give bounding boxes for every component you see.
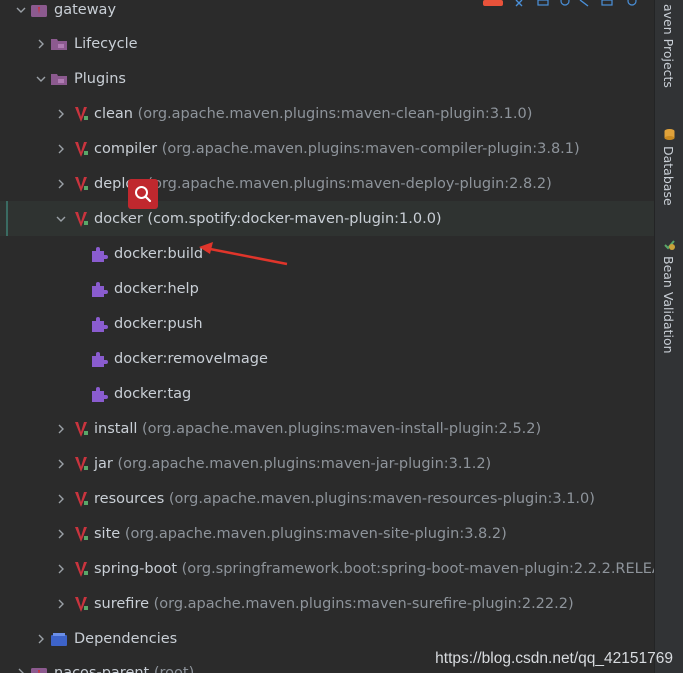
- tree-row-plugin-compiler[interactable]: compiler (org.apache.maven.plugins:maven…: [0, 131, 654, 166]
- tree-row-plugin-site[interactable]: site (org.apache.maven.plugins:maven-sit…: [0, 516, 654, 551]
- tree-row-label: docker (com.spotify:docker-maven-plugin:…: [94, 210, 442, 227]
- maven-plugin-icon: [72, 140, 90, 158]
- tree-row-label: compiler (org.apache.maven.plugins:maven…: [94, 140, 580, 157]
- maven-plugin-icon: [72, 210, 90, 228]
- tree-row-goal-tag[interactable]: docker:tag: [0, 376, 654, 411]
- tree-row-label: Lifecycle: [74, 35, 138, 52]
- chevron-right-icon[interactable]: [54, 177, 68, 191]
- tree-row-label: docker:tag: [114, 385, 192, 402]
- tree-row-goal-push[interactable]: docker:push: [0, 306, 654, 341]
- puzzle-goal-icon: [90, 385, 108, 403]
- tree-row-label: jar (org.apache.maven.plugins:maven-jar-…: [94, 455, 492, 472]
- puzzle-goal-icon: [90, 315, 108, 333]
- maven-plugin-icon: [72, 490, 90, 508]
- chevron-right-icon[interactable]: [54, 492, 68, 506]
- tree-row-plugin-deploy[interactable]: deploy (org.apache.maven.plugins:maven-d…: [0, 166, 654, 201]
- toolbar-icons-remnant: [483, 0, 637, 7]
- chevron-right-icon[interactable]: [54, 142, 68, 156]
- maven-module-icon: [30, 664, 48, 673]
- dependencies-icon: [50, 630, 68, 648]
- database-icon: [664, 129, 675, 140]
- chevron-right-icon[interactable]: [34, 632, 48, 646]
- chevron-right-icon[interactable]: [54, 107, 68, 121]
- tree-row-label: deploy (org.apache.maven.plugins:maven-d…: [94, 175, 552, 192]
- bean-validation-icon: [664, 240, 675, 250]
- chevron-down-icon[interactable]: [54, 212, 68, 226]
- tree-row-label: site (org.apache.maven.plugins:maven-sit…: [94, 525, 507, 542]
- right-tool-window-bar: aven Projects Database Bean Validation: [654, 0, 683, 673]
- tree-row-label: Plugins: [74, 70, 126, 87]
- tree-row-label: install (org.apache.maven.plugins:maven-…: [94, 420, 542, 437]
- tree-row-plugin-spring-boot[interactable]: spring-boot (org.springframework.boot:sp…: [0, 551, 654, 586]
- tree-row-goal-removeimage[interactable]: docker:removeImage: [0, 341, 654, 376]
- tab-database[interactable]: Database: [661, 146, 676, 206]
- tree-row-label: clean (org.apache.maven.plugins:maven-cl…: [94, 105, 533, 122]
- maven-plugin-icon: [72, 420, 90, 438]
- chevron-down-icon[interactable]: [34, 72, 48, 86]
- puzzle-goal-icon: [90, 280, 108, 298]
- tree-row-label: gateway: [54, 1, 117, 18]
- tree-row-label: resources (org.apache.maven.plugins:mave…: [94, 490, 595, 507]
- puzzle-goal-icon: [90, 245, 108, 263]
- tree-row-label: nacos-parent (root): [54, 664, 195, 673]
- puzzle-goal-icon: [90, 350, 108, 368]
- chevron-right-icon[interactable]: [54, 597, 68, 611]
- tab-bean-validation[interactable]: Bean Validation: [661, 256, 676, 354]
- folder-icon: [50, 70, 68, 88]
- tree-row-plugin-resources[interactable]: resources (org.apache.maven.plugins:mave…: [0, 481, 654, 516]
- tree-row-plugin-install[interactable]: install (org.apache.maven.plugins:maven-…: [0, 411, 654, 446]
- chevron-right-icon[interactable]: [14, 666, 28, 673]
- tree-row-label: Dependencies: [74, 630, 178, 647]
- tree-row-plugin-jar[interactable]: jar (org.apache.maven.plugins:maven-jar-…: [0, 446, 654, 481]
- tab-maven-projects[interactable]: aven Projects: [661, 4, 676, 88]
- chevron-right-icon[interactable]: [54, 457, 68, 471]
- tree-row-plugin-surefire[interactable]: surefire (org.apache.maven.plugins:maven…: [0, 586, 654, 621]
- maven-plugin-icon: [72, 105, 90, 123]
- maven-plugin-icon: [72, 595, 90, 613]
- chevron-right-icon[interactable]: [34, 37, 48, 51]
- maven-projects-tree: gateway Lifecycle Plugins clean (org.apa…: [0, 0, 654, 673]
- tree-row-plugin-docker[interactable]: docker (com.spotify:docker-maven-plugin:…: [0, 201, 654, 236]
- annotation-arrow: [199, 242, 288, 266]
- search-icon: [135, 186, 152, 203]
- chevron-down-icon[interactable]: [14, 3, 28, 17]
- search-badge[interactable]: [128, 179, 158, 209]
- tree-row-plugin-clean[interactable]: clean (org.apache.maven.plugins:maven-cl…: [0, 96, 654, 131]
- maven-module-icon: [30, 1, 48, 19]
- maven-plugin-icon: [72, 175, 90, 193]
- tree-row-label: spring-boot (org.springframework.boot:sp…: [94, 560, 654, 577]
- tree-row-label: docker:help: [114, 280, 199, 297]
- maven-plugin-icon: [72, 560, 90, 578]
- tree-row-label: surefire (org.apache.maven.plugins:maven…: [94, 595, 574, 612]
- tree-row-goal-build[interactable]: docker:build: [0, 236, 654, 271]
- maven-plugin-icon: [72, 525, 90, 543]
- tree-row-lifecycle[interactable]: Lifecycle: [0, 26, 654, 61]
- chevron-right-icon[interactable]: [54, 422, 68, 436]
- tree-row-label: docker:push: [114, 315, 203, 332]
- tree-row-plugins[interactable]: Plugins: [0, 61, 654, 96]
- watermark: https://blog.csdn.net/qq_42151769: [435, 650, 673, 667]
- chevron-right-icon[interactable]: [54, 527, 68, 541]
- tree-row-goal-help[interactable]: docker:help: [0, 271, 654, 306]
- tree-row-label: docker:removeImage: [114, 350, 268, 367]
- chevron-right-icon[interactable]: [54, 562, 68, 576]
- folder-icon: [50, 35, 68, 53]
- maven-plugin-icon: [72, 455, 90, 473]
- tree-row-label: docker:build: [114, 245, 204, 262]
